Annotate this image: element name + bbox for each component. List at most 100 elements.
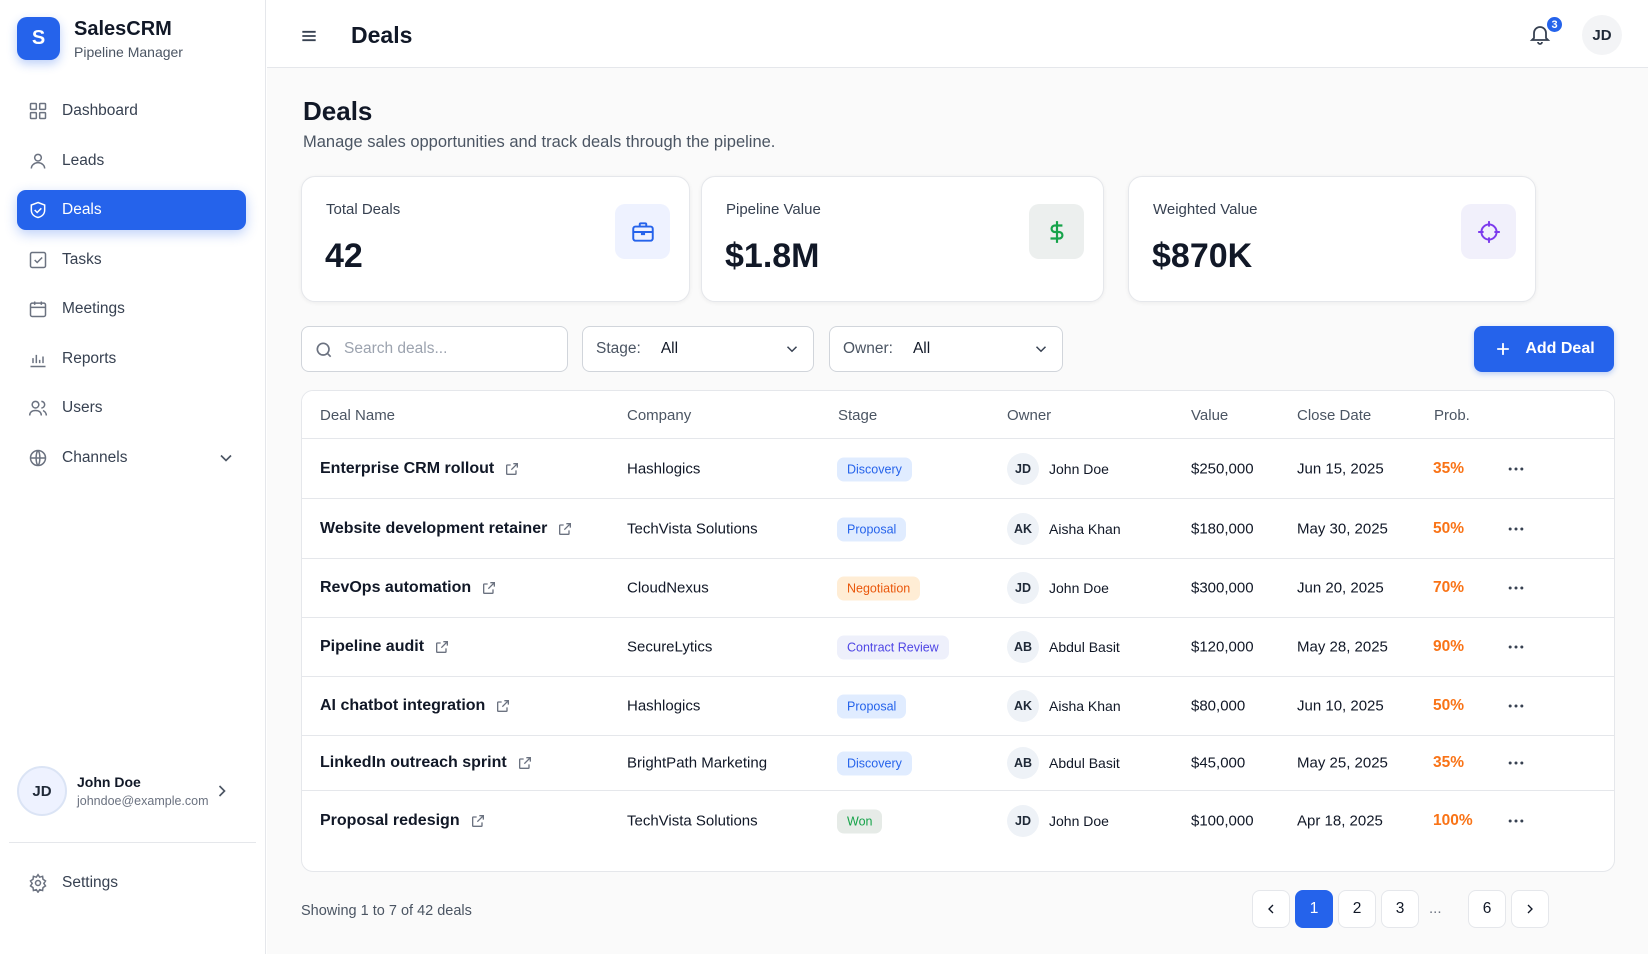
table-row[interactable]: RevOps automation CloudNexus Negotiation JD… bbox=[302, 559, 1614, 618]
more-horizontal-icon bbox=[1508, 704, 1524, 708]
hamburger-menu-icon[interactable] bbox=[299, 26, 319, 46]
sidebar-item-reports[interactable]: Reports bbox=[17, 339, 246, 379]
table-row[interactable]: LinkedIn outreach sprint BrightPath Marke… bbox=[302, 736, 1614, 791]
row-actions-button[interactable] bbox=[1506, 637, 1526, 657]
deal-name-link[interactable]: Proposal redesign bbox=[320, 812, 486, 830]
sidebar-item-users[interactable]: Users bbox=[17, 388, 246, 428]
deal-value: $120,000 bbox=[1191, 638, 1254, 656]
user-icon bbox=[30, 153, 46, 169]
deal-company: TechVista Solutions bbox=[627, 520, 758, 537]
sidebar-item-leads[interactable]: Leads bbox=[17, 141, 246, 181]
column-header[interactable]: Deal Name bbox=[320, 407, 395, 424]
pagination-page-button[interactable]: 3 bbox=[1381, 890, 1419, 928]
stage-filter-label: Stage: bbox=[596, 340, 641, 357]
deal-name-link[interactable]: Website development retainer bbox=[320, 520, 573, 538]
row-actions-button[interactable] bbox=[1506, 578, 1526, 598]
more-horizontal-icon bbox=[1508, 527, 1524, 530]
deal-name-link[interactable]: RevOps automation bbox=[320, 579, 497, 597]
add-deal-label: Add Deal bbox=[1525, 340, 1595, 357]
owner-name: Abdul Basit bbox=[1049, 755, 1120, 771]
pagination-next-button[interactable] bbox=[1511, 890, 1549, 928]
table-row[interactable]: Enterprise CRM rollout Hashlogics Discover… bbox=[302, 439, 1614, 499]
avatar: JD bbox=[1007, 805, 1039, 837]
deal-name-link[interactable]: Enterprise CRM rollout bbox=[320, 460, 520, 478]
row-actions-button[interactable] bbox=[1506, 696, 1526, 716]
deal-name: Proposal redesign bbox=[320, 812, 460, 829]
deal-name: RevOps automation bbox=[320, 579, 472, 596]
pagination-page-button[interactable]: 1 bbox=[1295, 890, 1333, 928]
deal-name-link[interactable]: AI chatbot integration bbox=[320, 697, 511, 715]
search-input[interactable] bbox=[344, 327, 559, 371]
sidebar-item-channels[interactable]: Channels bbox=[17, 438, 246, 478]
page-description: Manage sales opportunities and track dea… bbox=[303, 133, 776, 151]
deal-close-date: Jun 10, 2025 bbox=[1297, 697, 1384, 715]
more-horizontal-icon bbox=[1508, 761, 1524, 765]
avatar: JD bbox=[17, 766, 67, 816]
sidebar-item-label: Dashboard bbox=[62, 102, 138, 119]
stage-badge: Negotiation bbox=[837, 576, 921, 601]
topbar-title: Deals bbox=[351, 22, 413, 48]
deal-company: CloudNexus bbox=[627, 579, 709, 597]
sidebar-user-card[interactable]: JD John Doe johndoe@example.com bbox=[17, 765, 246, 817]
deal-value: $45,000 bbox=[1191, 754, 1246, 772]
table-row[interactable]: Pipeline audit SecureLytics Contract Revie… bbox=[302, 618, 1614, 677]
main-content: Deals Manage sales opportunities and tra… bbox=[267, 68, 1648, 954]
page-title: Deals bbox=[303, 96, 373, 126]
stage-filter-select[interactable]: Stage: All bbox=[582, 326, 814, 372]
stage-badge: Discovery bbox=[837, 457, 912, 481]
sidebar-item-tasks[interactable]: Tasks bbox=[17, 240, 246, 280]
stage-badge-cell: Proposal bbox=[837, 517, 907, 541]
stat-card-total-deals: Total Deals 42 bbox=[301, 176, 690, 302]
add-deal-button[interactable]: Add Deal bbox=[1474, 326, 1614, 372]
row-actions-button[interactable] bbox=[1506, 519, 1526, 539]
column-header[interactable]: Value bbox=[1191, 407, 1228, 424]
sidebar-item-dashboard[interactable]: Dashboard bbox=[17, 91, 246, 131]
table-row[interactable]: Website development retainer TechVista So… bbox=[302, 499, 1614, 559]
owner-filter-label: Owner: bbox=[843, 340, 893, 357]
pagination-page-button[interactable]: 6 bbox=[1468, 890, 1506, 928]
owner-name: John Doe bbox=[1049, 460, 1109, 477]
external-link-icon bbox=[471, 815, 484, 827]
sidebar-item-deals[interactable]: Deals bbox=[17, 190, 246, 230]
column-header[interactable]: Company bbox=[627, 407, 691, 424]
brand-text: SalesCRM Pipeline Manager bbox=[74, 17, 183, 60]
stat-icon-box bbox=[1461, 204, 1516, 259]
search-box bbox=[301, 326, 568, 372]
stage-filter-value: All bbox=[660, 340, 679, 357]
table-row[interactable]: AI chatbot integration Hashlogics Proposal… bbox=[302, 677, 1614, 736]
column-header[interactable]: Stage bbox=[838, 407, 877, 424]
stat-icon-box bbox=[1029, 204, 1084, 259]
deal-probability: 35% bbox=[1433, 754, 1465, 771]
column-header[interactable]: Owner bbox=[1007, 407, 1051, 424]
stat-icon-box bbox=[615, 204, 670, 259]
deal-close-date: May 28, 2025 bbox=[1297, 638, 1388, 656]
row-actions-button[interactable] bbox=[1506, 753, 1526, 773]
table-row[interactable]: Proposal redesign TechVista Solutions Won J… bbox=[302, 791, 1614, 851]
owner-filter-select[interactable]: Owner: All bbox=[829, 326, 1063, 372]
column-header[interactable]: Close Date bbox=[1297, 407, 1371, 424]
avatar: AK bbox=[1007, 690, 1039, 722]
stage-badge-cell: Won bbox=[837, 809, 883, 834]
deal-close-date: May 25, 2025 bbox=[1297, 754, 1388, 772]
deal-name: LinkedIn outreach sprint bbox=[320, 754, 507, 771]
brand-logo: S bbox=[17, 17, 60, 60]
deal-close-date: Apr 18, 2025 bbox=[1297, 812, 1383, 830]
more-horizontal-icon bbox=[1508, 645, 1524, 649]
deal-name-link[interactable]: LinkedIn outreach sprint bbox=[320, 754, 533, 772]
external-link-icon bbox=[497, 700, 510, 712]
column-header[interactable]: Prob. bbox=[1434, 407, 1470, 424]
bar-chart-icon bbox=[30, 354, 46, 367]
deal-name-link[interactable]: Pipeline audit bbox=[320, 638, 450, 656]
stage-badge-cell: Contract Review bbox=[837, 635, 949, 660]
brand[interactable]: S SalesCRM Pipeline Manager bbox=[17, 17, 183, 60]
avatar[interactable]: JD bbox=[1582, 15, 1622, 55]
chevron-down-icon[interactable] bbox=[216, 448, 236, 468]
chevron-down-icon bbox=[1035, 346, 1047, 353]
row-actions-button[interactable] bbox=[1506, 459, 1526, 479]
pagination-page-button[interactable]: 2 bbox=[1338, 890, 1376, 928]
sidebar-item-meetings[interactable]: Meetings bbox=[17, 289, 246, 329]
pagination-prev-button[interactable] bbox=[1252, 890, 1290, 928]
stat-label: Total Deals bbox=[326, 201, 401, 218]
row-actions-button[interactable] bbox=[1506, 811, 1526, 831]
sidebar-item-settings[interactable]: Settings bbox=[17, 863, 246, 903]
